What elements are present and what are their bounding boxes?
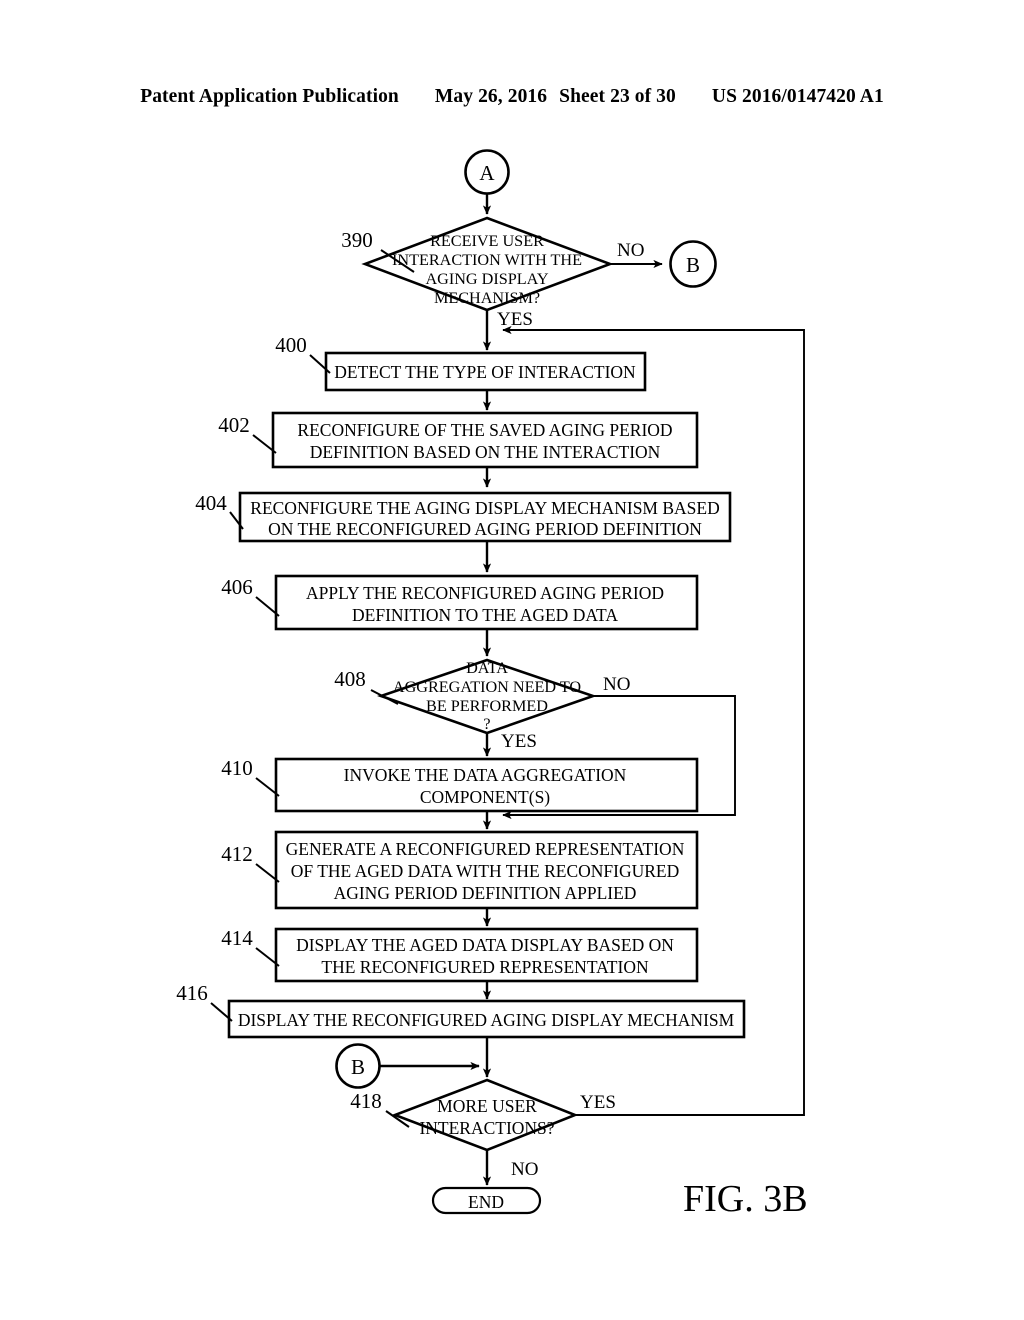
- node-418-line-0: MORE USER: [437, 1096, 537, 1116]
- connector-b-in: B: [335, 1043, 381, 1089]
- node-408-line-0: DATA: [466, 659, 508, 677]
- branch-label-418-no: NO: [511, 1159, 538, 1180]
- node-410-line-0: INVOKE THE DATA AGGREGATION: [344, 765, 627, 785]
- ref-num-400: 400: [275, 333, 307, 357]
- ref-num-404: 404: [195, 491, 227, 515]
- node-406: APPLY THE RECONFIGURED AGING PERIOD DEFI…: [274, 574, 699, 631]
- branch-label-408-no: NO: [603, 674, 630, 695]
- branch-label-408-yes: YES: [501, 731, 537, 752]
- node-412: GENERATE A RECONFIGURED REPRESENTATION O…: [274, 830, 699, 910]
- node-410-line-1: COMPONENT(S): [420, 787, 550, 807]
- ref-num-406: 406: [221, 575, 253, 599]
- node-408-line-3: ?: [483, 715, 490, 733]
- end-terminator: END: [431, 1186, 542, 1215]
- ref-num-390: 390: [341, 228, 373, 252]
- node-416-line-0: DISPLAY THE RECONFIGURED AGING DISPLAY M…: [238, 1010, 735, 1030]
- node-410: INVOKE THE DATA AGGREGATION COMPONENT(S): [274, 757, 699, 813]
- node-402-line-0: RECONFIGURE OF THE SAVED AGING PERIOD: [297, 420, 672, 440]
- node-414-line-0: DISPLAY THE AGED DATA DISPLAY BASED ON: [296, 935, 674, 955]
- node-414: DISPLAY THE AGED DATA DISPLAY BASED ON T…: [274, 927, 699, 983]
- ref-num-408: 408: [334, 667, 366, 691]
- node-400: DETECT THE TYPE OF INTERACTION: [324, 351, 647, 392]
- node-390-line-1: INTERACTION WITH THE: [392, 251, 582, 269]
- node-408: DATA AGGREGATION NEED TO BE PERFORMED ?: [377, 658, 597, 735]
- flowchart-figure-3b: A RECEIVE USER INTERACTION WITH THE AGIN…: [176, 149, 808, 1220]
- node-412-line-0: GENERATE A RECONFIGURED REPRESENTATION: [286, 839, 685, 859]
- node-390-line-3: MECHANISM?: [434, 289, 540, 307]
- connector-b-out-label: B: [686, 253, 700, 277]
- node-408-line-2: BE PERFORMED: [426, 697, 548, 715]
- node-416: DISPLAY THE RECONFIGURED AGING DISPLAY M…: [227, 999, 746, 1039]
- node-412-line-2: AGING PERIOD DEFINITION APPLIED: [334, 883, 637, 903]
- ref-num-418: 418: [350, 1089, 382, 1113]
- connector-b-in-label: B: [351, 1055, 365, 1079]
- ref-num-410: 410: [221, 756, 253, 780]
- node-414-line-1: THE RECONFIGURED REPRESENTATION: [321, 957, 649, 977]
- node-404-line-0: RECONFIGURE THE AGING DISPLAY MECHANISM …: [250, 498, 719, 518]
- connector-a-label: A: [479, 161, 495, 185]
- node-406-line-0: APPLY THE RECONFIGURED AGING PERIOD: [306, 583, 664, 603]
- node-390-line-0: RECEIVE USER: [430, 232, 544, 250]
- branch-label-390-no: NO: [617, 240, 644, 261]
- node-400-line-0: DETECT THE TYPE OF INTERACTION: [334, 362, 636, 382]
- branch-label-418-yes: YES: [580, 1092, 616, 1113]
- end-terminator-label: END: [468, 1192, 504, 1212]
- connector-a-in: A: [464, 149, 510, 195]
- ref-num-414: 414: [221, 926, 253, 950]
- node-402-line-1: DEFINITION BASED ON THE INTERACTION: [310, 442, 661, 462]
- connector-b-out: B: [669, 240, 717, 288]
- node-404: RECONFIGURE THE AGING DISPLAY MECHANISM …: [238, 491, 732, 543]
- ref-num-402: 402: [218, 413, 250, 437]
- figure-label: FIG. 3B: [683, 1178, 808, 1220]
- ref-num-412: 412: [221, 842, 253, 866]
- branch-label-390-yes: YES: [497, 309, 533, 330]
- node-390-line-2: AGING DISPLAY: [425, 270, 548, 288]
- node-412-line-1: OF THE AGED DATA WITH THE RECONFIGURED: [291, 861, 679, 881]
- node-402: RECONFIGURE OF THE SAVED AGING PERIOD DE…: [271, 411, 699, 469]
- node-408-line-1: AGGREGATION NEED TO: [393, 678, 582, 696]
- node-404-line-1: ON THE RECONFIGURED AGING PERIOD DEFINIT…: [268, 519, 702, 539]
- node-418: MORE USER INTERACTIONS?: [391, 1078, 579, 1152]
- node-406-line-1: DEFINITION TO THE AGED DATA: [352, 605, 618, 625]
- node-418-line-1: INTERACTIONS?: [419, 1118, 554, 1138]
- ref-num-416: 416: [176, 981, 208, 1005]
